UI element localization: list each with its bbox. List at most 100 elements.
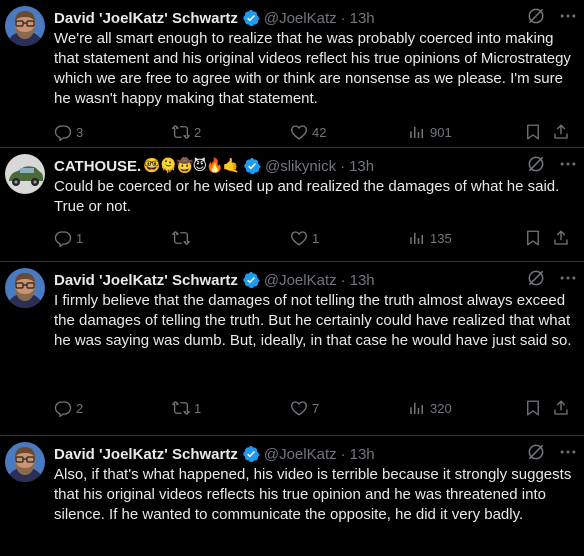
more-options-icon[interactable] <box>558 154 578 174</box>
tweet-actions: 1 1 135 <box>54 228 578 248</box>
share-icon <box>552 399 570 417</box>
timestamp[interactable]: 13h <box>350 10 375 27</box>
share-icon <box>552 229 570 247</box>
reply-icon <box>54 399 72 417</box>
timestamp[interactable]: 13h <box>350 272 375 289</box>
tweet[interactable]: David 'JoelKatz' Schwartz @JoelKatz · 13… <box>0 0 584 148</box>
retweet-icon <box>172 399 190 417</box>
timestamp[interactable]: 13h <box>350 446 375 463</box>
avatar-image <box>5 6 45 46</box>
bookmark-icon <box>524 399 542 417</box>
tweet-text: Could be coerced or he wised up and real… <box>54 178 560 215</box>
retweet-button[interactable] <box>172 229 194 247</box>
more-options-icon[interactable] <box>558 6 578 26</box>
author-handle[interactable]: @JoelKatz <box>264 446 337 463</box>
reply-icon <box>54 229 72 247</box>
bookmark-icon <box>524 123 542 141</box>
verified-badge-icon <box>242 271 260 289</box>
header-actions <box>526 6 578 26</box>
tweet-header: David 'JoelKatz' Schwartz @JoelKatz · 13… <box>54 270 578 290</box>
separator-dot: · <box>340 271 346 289</box>
views-chart-icon <box>408 123 426 141</box>
retweet-icon <box>172 229 190 247</box>
like-button[interactable]: 7 <box>290 399 319 417</box>
author-handle[interactable]: @JoelKatz <box>264 272 337 289</box>
reply-button[interactable]: 3 <box>54 123 83 141</box>
avatar-image <box>5 442 45 482</box>
tweet-text: I firmly believe that the damages of not… <box>54 292 572 349</box>
share-button[interactable] <box>552 123 574 141</box>
reply-count: 3 <box>76 124 84 140</box>
reply-icon <box>54 123 72 141</box>
timestamp[interactable]: 13h <box>349 158 374 175</box>
reply-count: 2 <box>76 400 84 416</box>
bookmark-icon <box>524 229 542 247</box>
tweet[interactable]: CATHOUSE. 🤓🫠🤠😈🔥🤙 @slikynick · 13h Could … <box>0 148 584 262</box>
reply-button[interactable]: 1 <box>54 229 83 247</box>
tweet-content: CATHOUSE. 🤓🫠🤠😈🔥🤙 @slikynick · 13h Could … <box>54 148 578 217</box>
retweet-button[interactable]: 2 <box>172 123 201 141</box>
heart-icon <box>290 229 308 247</box>
tweet-text: Also, if that's what happened, his video… <box>54 466 572 523</box>
header-actions <box>526 154 578 174</box>
author-name[interactable]: David 'JoelKatz' Schwartz <box>54 446 238 463</box>
header-actions <box>526 268 578 288</box>
views-button[interactable]: 135 <box>408 229 452 247</box>
header-actions <box>526 442 578 462</box>
views-button[interactable]: 320 <box>408 399 452 417</box>
like-count: 42 <box>312 124 327 140</box>
author-name[interactable]: David 'JoelKatz' Schwartz <box>54 10 238 27</box>
bookmark-button[interactable] <box>524 229 546 247</box>
avatar[interactable] <box>5 154 45 194</box>
views-chart-icon <box>408 399 426 417</box>
avatar[interactable] <box>5 442 45 482</box>
separator-dot: · <box>340 157 346 175</box>
tweet-content: David 'JoelKatz' Schwartz @JoelKatz · 13… <box>54 436 578 525</box>
reply-button[interactable]: 2 <box>54 399 83 417</box>
tweet[interactable]: David 'JoelKatz' Schwartz @JoelKatz · 13… <box>0 262 584 436</box>
views-chart-icon <box>408 229 426 247</box>
tweet-header: David 'JoelKatz' Schwartz @JoelKatz · 13… <box>54 8 578 28</box>
heart-icon <box>290 399 308 417</box>
author-name[interactable]: CATHOUSE. <box>54 158 141 175</box>
bookmark-button[interactable] <box>524 399 546 417</box>
avatar[interactable] <box>5 268 45 308</box>
share-button[interactable] <box>552 229 574 247</box>
tweet-header: David 'JoelKatz' Schwartz @JoelKatz · 13… <box>54 444 578 464</box>
grok-icon[interactable] <box>526 442 546 462</box>
separator-dot: · <box>340 9 346 27</box>
avatar-image <box>5 154 45 194</box>
tweet-text: We're all smart enough to realize that h… <box>54 30 571 107</box>
heart-icon <box>290 123 308 141</box>
like-button[interactable]: 42 <box>290 123 326 141</box>
share-button[interactable] <box>552 399 574 417</box>
tweet-content: David 'JoelKatz' Schwartz @JoelKatz · 13… <box>54 262 578 351</box>
share-icon <box>552 123 570 141</box>
view-count: 135 <box>430 230 452 246</box>
tweet-header: CATHOUSE. 🤓🫠🤠😈🔥🤙 @slikynick · 13h <box>54 156 578 176</box>
views-button[interactable]: 901 <box>408 123 452 141</box>
tweet-actions: 3 2 42 901 <box>54 122 578 142</box>
more-options-icon[interactable] <box>558 442 578 462</box>
verified-badge-icon <box>243 157 261 175</box>
tweet-content: David 'JoelKatz' Schwartz @JoelKatz · 13… <box>54 0 578 109</box>
avatar[interactable] <box>5 6 45 46</box>
grok-icon[interactable] <box>526 154 546 174</box>
author-handle[interactable]: @slikynick <box>265 158 336 175</box>
grok-icon[interactable] <box>526 268 546 288</box>
like-button[interactable]: 1 <box>290 229 319 247</box>
retweet-icon <box>172 123 190 141</box>
view-count: 320 <box>430 400 452 416</box>
grok-icon[interactable] <box>526 6 546 26</box>
like-count: 7 <box>312 400 320 416</box>
author-name-emoji: 🤓🫠🤠😈🔥🤙 <box>143 158 240 174</box>
tweet[interactable]: David 'JoelKatz' Schwartz @JoelKatz · 13… <box>0 436 584 556</box>
like-count: 1 <box>312 230 320 246</box>
separator-dot: · <box>340 445 346 463</box>
retweet-button[interactable]: 1 <box>172 399 201 417</box>
author-handle[interactable]: @JoelKatz <box>264 10 337 27</box>
author-name[interactable]: David 'JoelKatz' Schwartz <box>54 272 238 289</box>
retweet-count: 2 <box>194 124 202 140</box>
bookmark-button[interactable] <box>524 123 546 141</box>
more-options-icon[interactable] <box>558 268 578 288</box>
